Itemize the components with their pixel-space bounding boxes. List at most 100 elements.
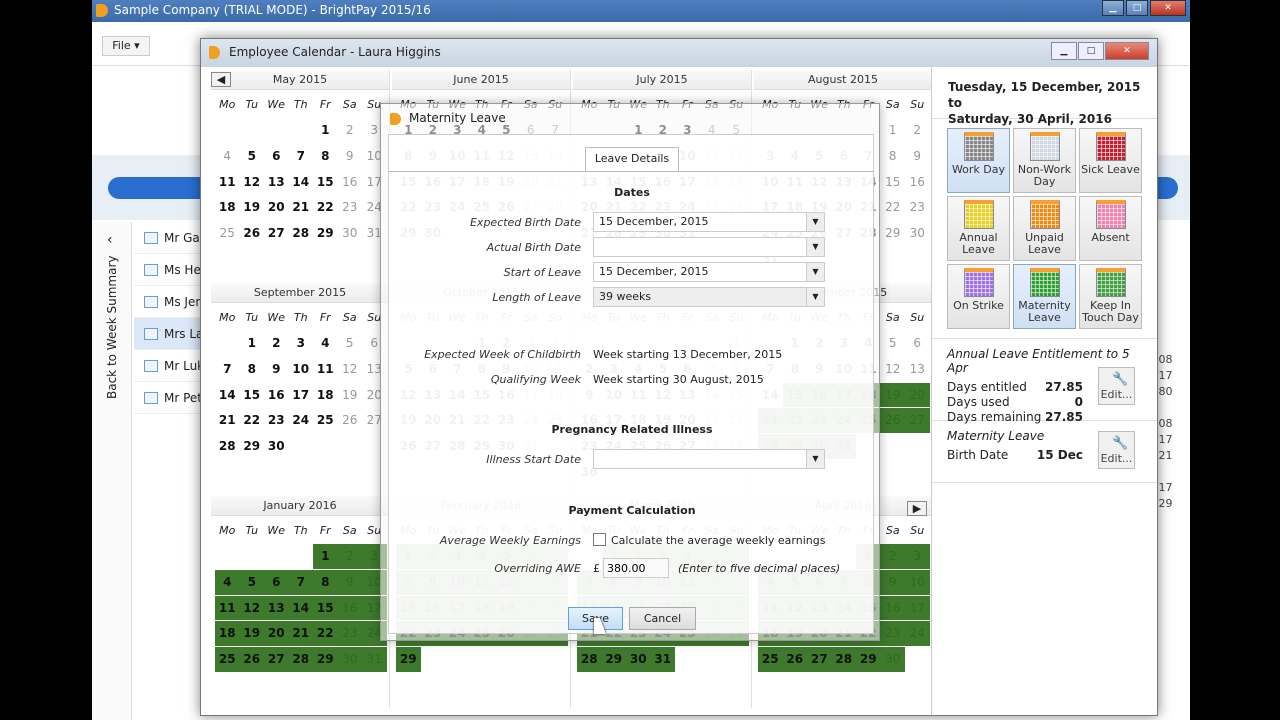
calendar-day[interactable]: 4 (313, 331, 338, 357)
employee-list-item[interactable]: Ms Hei (134, 254, 204, 286)
calendar-day[interactable]: 27 (807, 647, 832, 673)
calendar-day[interactable]: 31 (362, 647, 387, 673)
calendar-day[interactable]: 12 (239, 595, 264, 622)
calendar-day[interactable]: 13 (905, 357, 930, 383)
calendar-day[interactable]: 29 (240, 434, 265, 460)
calendar-day[interactable]: 6 (264, 144, 289, 170)
calendar-day[interactable]: 22 (881, 195, 906, 221)
calendar-day[interactable]: 5 (240, 144, 265, 170)
calendar-day[interactable]: 26 (338, 408, 363, 434)
calendar-day[interactable]: 27 (264, 647, 289, 673)
calendar-day[interactable]: 14 (215, 383, 240, 409)
calendar-day[interactable]: 12 (338, 357, 363, 383)
calendar-day[interactable]: 24 (289, 408, 314, 434)
calendar-day[interactable]: 9 (337, 569, 362, 596)
calendar-day[interactable]: 15 (313, 595, 338, 622)
calculate-awe-checkbox[interactable] (593, 533, 606, 546)
calendar-day[interactable]: 8 (313, 144, 338, 170)
calendar-day[interactable]: 29 (313, 221, 338, 247)
calendar-day[interactable]: 16 (905, 170, 930, 196)
calendar-day[interactable]: 28 (288, 647, 313, 673)
calendar-day[interactable]: 10 (905, 569, 930, 596)
illness-start-date-dropdown[interactable]: ▼ (593, 449, 825, 469)
calendar-day[interactable]: 21 (215, 408, 240, 434)
day-type-tile[interactable]: On Strike (947, 264, 1010, 329)
calendar-day[interactable]: 12 (240, 170, 265, 196)
calendar-day[interactable]: 1 (881, 118, 906, 144)
calendar-day[interactable]: 1 (240, 331, 265, 357)
calendar-day[interactable]: 5 (881, 331, 906, 357)
calendar-day[interactable]: 17 (905, 595, 930, 622)
calendar-day[interactable]: 30 (264, 434, 289, 460)
calendar-day[interactable]: 26 (880, 408, 905, 435)
calendar-day[interactable]: 29 (396, 647, 421, 673)
employee-list-item[interactable]: Mrs La (134, 318, 204, 350)
calendar-day[interactable]: 29 (856, 647, 881, 673)
calendar-day[interactable]: 8 (240, 357, 265, 383)
calendar-day[interactable]: 6 (264, 569, 289, 596)
calendar-day[interactable]: 19 (240, 195, 265, 221)
start-of-leave-dropdown[interactable]: 15 December, 2015 ▼ (593, 262, 825, 282)
tab-leave-details[interactable]: Leave Details (585, 147, 679, 171)
calendar-day[interactable]: 9 (905, 144, 930, 170)
calendar-day[interactable]: 28 (577, 647, 602, 673)
day-type-tile[interactable]: Work Day (947, 128, 1010, 193)
calendar-day[interactable]: 3 (905, 544, 930, 570)
calendar-day[interactable]: 19 (880, 382, 905, 409)
calendar-day[interactable]: 6 (905, 331, 930, 357)
calendar-day[interactable]: 29 (881, 221, 906, 247)
calendar-day[interactable]: 16 (264, 383, 289, 409)
calendar-day[interactable]: 21 (288, 621, 313, 648)
file-menu-button[interactable]: File ▾ (102, 36, 150, 56)
calendar-day[interactable]: 27 (264, 221, 289, 247)
day-type-tile[interactable]: Maternity Leave (1013, 264, 1076, 329)
calendar-day[interactable]: 13 (264, 170, 289, 196)
calendar-day[interactable]: 2 (337, 544, 362, 570)
calendar-day[interactable]: 11 (215, 170, 240, 196)
day-type-tile[interactable]: Absent (1079, 196, 1142, 261)
expected-birth-date-dropdown[interactable]: 15 December, 2015 ▼ (593, 212, 825, 232)
calendar-day[interactable]: 2 (880, 544, 905, 570)
maximize-button[interactable]: □ (1126, 0, 1148, 16)
calendar-day[interactable]: 28 (289, 221, 314, 247)
calendar-day[interactable]: 9 (264, 357, 289, 383)
calendar-day[interactable]: 10 (289, 357, 314, 383)
calendar-day[interactable]: 30 (626, 647, 651, 673)
calendar-day[interactable]: 2 (264, 331, 289, 357)
day-type-tile[interactable]: Annual Leave (947, 196, 1010, 261)
employee-list-item[interactable]: Mr Luk (134, 350, 204, 382)
calendar-day[interactable]: 28 (215, 434, 240, 460)
length-of-leave-select[interactable]: 39 weeks ▼ (593, 287, 825, 307)
calendar-day[interactable]: 21 (289, 195, 314, 221)
day-type-tile[interactable]: Keep In Touch Day (1079, 264, 1142, 329)
calendar-day[interactable]: 18 (215, 195, 240, 221)
calendar-day[interactable]: 7 (288, 569, 313, 596)
employee-list-item[interactable]: Ms Jen (134, 286, 204, 318)
calendar-day[interactable]: 22 (313, 195, 338, 221)
calendar-day[interactable]: 4 (215, 144, 240, 170)
calendar-day[interactable]: 30 (338, 221, 363, 247)
calendar-day[interactable]: 12 (881, 357, 906, 383)
next-arrow-icon[interactable]: ▶ (907, 501, 927, 516)
calendar-day[interactable]: 28 (831, 647, 856, 673)
calendar-day[interactable]: 23 (337, 621, 362, 648)
calendar-day[interactable]: 15 (313, 170, 338, 196)
calendar-day[interactable]: 19 (338, 383, 363, 409)
calendar-day[interactable]: 25 (313, 408, 338, 434)
cancel-button[interactable]: Cancel (629, 607, 696, 630)
day-type-tile[interactable]: Sick Leave (1079, 128, 1142, 193)
calendar-day[interactable]: 18 (215, 621, 240, 648)
calendar-day[interactable]: 26 (240, 221, 265, 247)
minimize-button[interactable]: ▁ (1051, 42, 1077, 60)
calendar-day[interactable]: 29 (601, 647, 626, 673)
calendar-day[interactable]: 30 (905, 221, 930, 247)
calendar-day[interactable]: 25 (215, 221, 240, 247)
close-button[interactable]: ✕ (1105, 42, 1149, 60)
calendar-day[interactable]: 26 (782, 647, 807, 673)
calendar-day[interactable]: 26 (239, 647, 264, 673)
employee-list-item[interactable]: Mr Pet (134, 382, 204, 414)
calendar-day[interactable]: 30 (337, 647, 362, 673)
calendar-day[interactable]: 25 (758, 647, 783, 673)
calendar-day[interactable]: 16 (880, 595, 905, 622)
calendar-day[interactable]: 3 (289, 331, 314, 357)
